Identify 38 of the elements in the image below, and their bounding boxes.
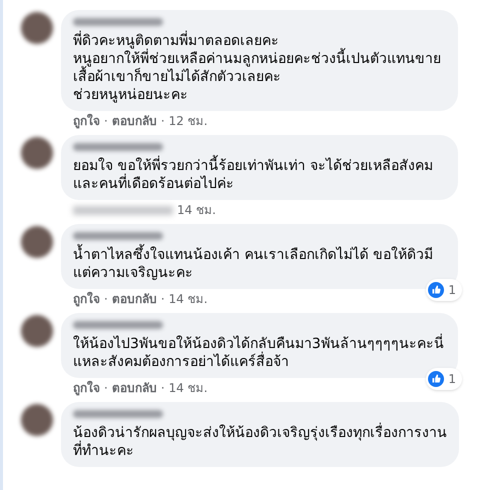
separator-dot: · xyxy=(160,291,165,307)
comment-text: ยอมใจ ขอให้พี่รวยกว่านี้ร้อยเท่าพันเท่า จะได้ช่วยเหลือสังคม xyxy=(73,157,446,175)
comment-text: แหละสังคมต้องการอย่าได้แคร์สื่อจ้า xyxy=(73,353,446,371)
comment-text: น้ำตาไหลซึ้งใจแทนน้องเค้า คนเราเลือกเกิดไม่ได้ ขอให้ดิวมี xyxy=(73,246,446,264)
comment-text: เสื้อผ้าเขาก็ขายไม่ได้สักตัววเลยคะ xyxy=(73,68,446,86)
timestamp: 12 ชม. xyxy=(168,113,208,129)
reaction-number: 1 xyxy=(448,282,457,299)
comment-text: ที่ทำนะคะ xyxy=(73,442,447,460)
reaction-count[interactable]: 1 xyxy=(426,368,462,390)
timestamp: 14 ชม. xyxy=(177,202,216,218)
separator-dot: · xyxy=(160,380,165,396)
timestamp: 14 ชม. xyxy=(168,380,208,396)
thumbs-up-icon xyxy=(428,371,444,387)
avatar[interactable] xyxy=(21,137,53,169)
separator-dot: · xyxy=(104,380,108,396)
thumbs-up-icon xyxy=(428,282,444,298)
comment-text: แต่ความเจริญนะคะ xyxy=(73,264,194,282)
avatar[interactable] xyxy=(21,12,53,44)
action-link[interactable]: ถูกใจ xyxy=(73,380,100,396)
separator-dot: · xyxy=(104,291,108,307)
action-link[interactable]: ตอบกลับ xyxy=(112,380,157,396)
separator-dot: · xyxy=(104,113,108,129)
comment-text: น้องดิวน่ารักผลบุญจะส่งให้น้องดิวเจริญรุ่งเรืองทุกเรื่องการงาน xyxy=(73,424,447,442)
action-link[interactable]: ถูกใจ xyxy=(73,113,100,129)
avatar[interactable] xyxy=(21,315,53,347)
avatar[interactable] xyxy=(21,226,53,258)
comment-text: ช่วยหนูหน่อยนะคะ xyxy=(73,86,189,104)
comment-text: และคนที่เดือดร้อนต่อไปค่ะ xyxy=(73,175,446,193)
action-link[interactable]: ตอบกลับ xyxy=(112,113,157,129)
action-link[interactable]: ถูกใจ xyxy=(73,291,100,307)
reaction-count[interactable]: 1 xyxy=(426,279,462,301)
comment-text: ให้น้องไป3พันขอให้น้องดิวได้กลับคืนมา3พันล้านๆๆๆๆนะคะนี่ xyxy=(73,335,446,353)
action-link[interactable]: ตอบกลับ xyxy=(112,291,157,307)
comment-text: หนูอยากให้พี่ช่วยเหลือค่านมลูกหน่อยคะช่วงนี้เปนตัวแทนขาย xyxy=(73,50,446,68)
reaction-number: 1 xyxy=(448,371,457,388)
timestamp: 14 ชม. xyxy=(168,291,208,307)
separator-dot: · xyxy=(160,113,165,129)
avatar[interactable] xyxy=(21,404,53,436)
